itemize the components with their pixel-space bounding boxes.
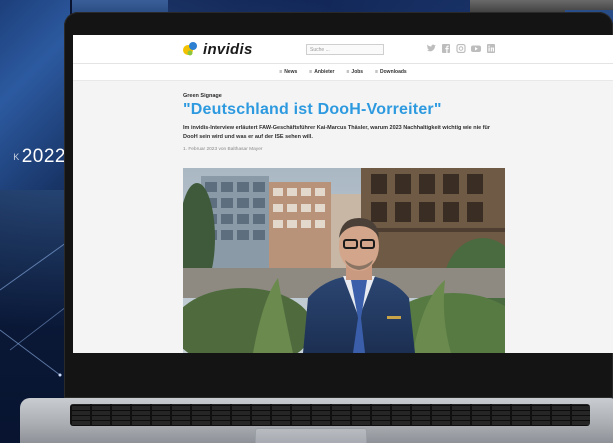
article-lead: Im invidis-Interview erläutert FAW-Gesch… — [183, 125, 491, 140]
instagram-icon[interactable] — [456, 44, 466, 53]
logo-mark-icon — [181, 40, 199, 58]
nav-label: Anbieter — [314, 69, 335, 75]
nav-item-news[interactable]: ≡ News — [279, 69, 297, 75]
article-headline: "Deutschland ist DooH-Vorreiter" — [183, 101, 442, 118]
nav-bullet-icon: ≡ — [375, 69, 379, 75]
article-byline: 1. Februar 2023 von Balthasar Mayer — [183, 147, 263, 152]
scene: K 2022 invidis Suche ... ≡ News ≡ Anbiet… — [0, 0, 613, 443]
nav-label: Downloads — [380, 69, 407, 75]
nav-bullet-icon: ≡ — [309, 69, 313, 75]
year-text: 2022 — [21, 146, 66, 167]
year-badge: K 2022 — [0, 143, 68, 171]
article-hero-image — [183, 168, 505, 353]
site-logo[interactable]: invidis — [181, 40, 253, 58]
search-input[interactable]: Suche ... — [306, 44, 384, 55]
nav-item-anbieter[interactable]: ≡ Anbieter — [309, 69, 334, 75]
article: Green Signage "Deutschland ist DooH-Vorr… — [183, 93, 513, 156]
nav-item-downloads[interactable]: ≡ Downloads — [375, 69, 407, 75]
nav-item-jobs[interactable]: ≡ Jobs — [347, 69, 364, 75]
nav-bullet-icon: ≡ — [279, 69, 283, 75]
facebook-icon[interactable] — [441, 44, 451, 53]
article-kicker[interactable]: Green Signage — [183, 93, 513, 99]
site-nav: ≡ News ≡ Anbieter ≡ Jobs ≡ Downloads — [73, 64, 613, 81]
youtube-icon[interactable] — [471, 44, 481, 53]
nav-bullet-icon: ≡ — [346, 69, 350, 75]
nav-label: Jobs — [351, 69, 364, 75]
site-header: invidis Suche ... — [73, 35, 613, 64]
logo-text: invidis — [203, 40, 253, 58]
laptop-screen: invidis Suche ... ≡ News ≡ Anbieter ≡ Jo… — [73, 35, 613, 353]
nav-label: News — [284, 69, 298, 75]
laptop-trackpad — [255, 428, 367, 443]
hero-photo — [183, 168, 505, 353]
linkedin-icon[interactable] — [486, 44, 496, 53]
twitter-icon[interactable] — [426, 44, 436, 53]
laptop-keyboard — [70, 404, 590, 426]
social-icons — [426, 44, 496, 53]
year-prefix: K — [13, 152, 20, 162]
